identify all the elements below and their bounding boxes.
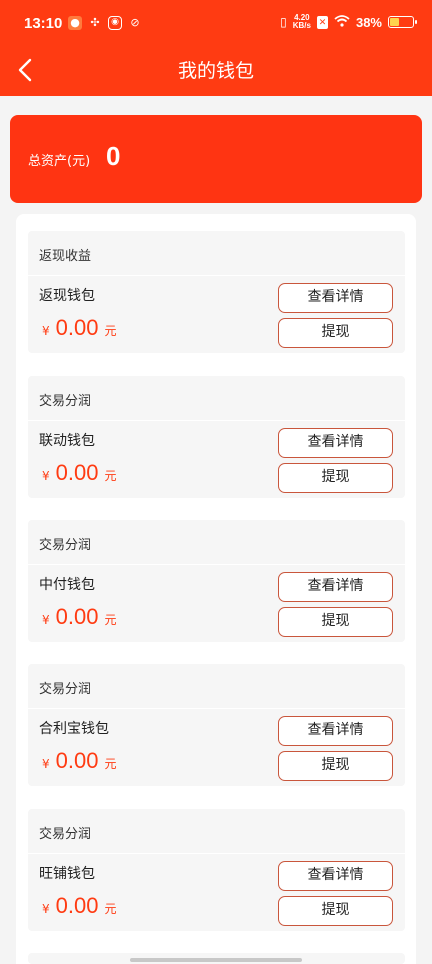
wallet-card: 交易分润 联动钱包 ¥ 0.00 元 查看详情 提现 [28, 376, 405, 498]
withdraw-button[interactable]: 提现 [278, 607, 393, 637]
net-speed: 4.20 KB/s [293, 14, 311, 30]
withdraw-button[interactable]: 提现 [278, 463, 393, 493]
page-title: 我的钱包 [177, 60, 254, 82]
wallet-category: 交易分润 [39, 538, 92, 553]
notification-icons: ● ✣ ◉ ⊘ [68, 16, 142, 30]
wallet-card: 交易分润 中付钱包 ¥ 0.00 元 查看详情 提现 [28, 520, 405, 642]
home-indicator[interactable] [130, 958, 302, 962]
withdraw-button[interactable]: 提现 [278, 896, 393, 926]
wallet-name: 返现钱包 [39, 288, 95, 304]
weibo-icon: ◉ [108, 16, 122, 30]
view-details-button[interactable]: 查看详情 [278, 428, 393, 458]
wallet-balance: ¥ 0.00 元 [42, 315, 116, 341]
view-details-button[interactable]: 查看详情 [278, 283, 393, 313]
wallet-category: 交易分润 [39, 827, 92, 842]
status-right-icons: ▯ 4.20 KB/s ✕ 38% [280, 14, 417, 30]
wallet-name: 合利宝钱包 [39, 721, 109, 737]
wallet-category: 返现收益 [39, 249, 92, 264]
currency-symbol: ¥ [42, 902, 50, 916]
wallet-name: 旺铺钱包 [39, 866, 95, 882]
wifi-icon [334, 14, 350, 30]
notification-app-icon: ● [68, 16, 82, 30]
amount-unit: 元 [104, 902, 117, 916]
total-assets-card: 总资产(元) 0 [10, 115, 422, 203]
currency-symbol: ¥ [42, 469, 50, 483]
divider [28, 853, 405, 854]
pinwheel-icon: ✣ [90, 16, 100, 29]
status-bar: 13:10 ● ✣ ◉ ⊘ ▯ 4.20 KB/s ✕ 38% [0, 0, 432, 48]
amount-unit: 元 [104, 324, 117, 338]
vibrate-icon: ▯ [280, 15, 287, 29]
total-assets-value: 0 [106, 141, 121, 171]
currency-symbol: ¥ [42, 757, 50, 771]
view-details-button[interactable]: 查看详情 [278, 861, 393, 891]
status-time: 13:10 [24, 15, 63, 32]
battery-percent: 38% [355, 14, 382, 30]
divider [28, 420, 405, 421]
divider [28, 564, 405, 565]
wallet-name: 中付钱包 [39, 577, 95, 593]
wallet-amount: 0.00 [55, 460, 99, 485]
total-assets-label: 总资产(元) [28, 154, 91, 169]
wallet-balance: ¥ 0.00 元 [42, 893, 116, 919]
wallet-balance: ¥ 0.00 元 [42, 460, 116, 486]
amount-unit: 元 [104, 757, 117, 771]
divider [28, 275, 405, 276]
wallet-card: 返现收益 返现钱包 ¥ 0.00 元 查看详情 提现 [28, 231, 405, 353]
amount-unit: 元 [104, 613, 117, 627]
withdraw-button[interactable]: 提现 [278, 318, 393, 348]
wallet-amount: 0.00 [55, 604, 99, 629]
view-details-button[interactable]: 查看详情 [278, 716, 393, 746]
wallet-card: 交易分润 合利宝钱包 ¥ 0.00 元 查看详情 提现 [28, 664, 405, 786]
wallet-amount: 0.00 [55, 748, 99, 773]
link-icon: ⊘ [130, 16, 140, 29]
wallet-category: 交易分润 [39, 682, 92, 697]
divider [28, 708, 405, 709]
net-speed-unit: KB/s [292, 21, 311, 30]
wallet-card: 交易分润 旺铺钱包 ¥ 0.00 元 查看详情 提现 [28, 809, 405, 931]
wallet-balance: ¥ 0.00 元 [42, 604, 116, 630]
wallet-category: 交易分润 [39, 394, 92, 409]
wallet-name: 联动钱包 [39, 433, 95, 449]
wallet-balance: ¥ 0.00 元 [42, 748, 116, 774]
currency-symbol: ¥ [42, 613, 50, 627]
no-sim-icon: ✕ [316, 15, 328, 29]
battery-icon [388, 16, 417, 28]
withdraw-button[interactable]: 提现 [278, 751, 393, 781]
view-details-button[interactable]: 查看详情 [278, 572, 393, 602]
wallet-amount: 0.00 [55, 315, 99, 340]
header-bar: 13:10 ● ✣ ◉ ⊘ ▯ 4.20 KB/s ✕ 38% 我的钱包 [0, 0, 432, 96]
wallet-amount: 0.00 [55, 893, 99, 918]
amount-unit: 元 [104, 469, 117, 483]
currency-symbol: ¥ [42, 324, 50, 338]
